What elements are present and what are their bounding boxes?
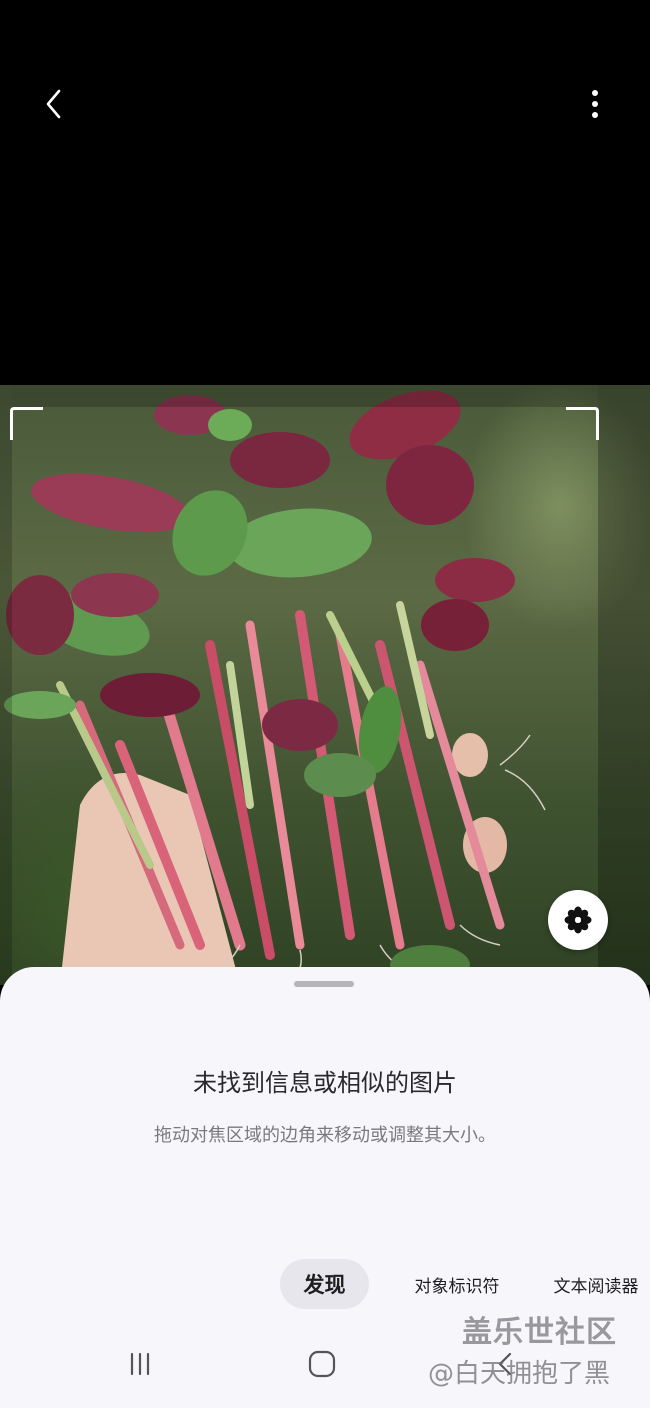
tab-discover[interactable]: 发现 — [280, 1259, 369, 1309]
focus-area-overlay-right — [598, 385, 650, 985]
watermark-author: @白天拥抱了黑 — [428, 1359, 611, 1389]
results-bottom-sheet: 未找到信息或相似的图片 拖动对焦区域的边角来移动或调整其大小。 发现 对象标识符… — [0, 967, 650, 1408]
tab-text-reader[interactable]: 文本阅读器 — [545, 1259, 647, 1309]
no-results-title: 未找到信息或相似的图片 — [193, 1069, 457, 1097]
bixby-vision-button[interactable] — [548, 890, 608, 950]
bixby-flower-icon — [564, 906, 592, 934]
analyzed-photo[interactable] — [0, 385, 650, 985]
top-toolbar — [0, 0, 650, 385]
no-results-hint: 拖动对焦区域的边角来移动或调整其大小。 — [154, 1125, 496, 1146]
nav-recent-apps-button[interactable] — [120, 1349, 160, 1379]
nav-home-button[interactable] — [302, 1349, 342, 1379]
focus-area-overlay-top — [12, 385, 598, 407]
more-options-button[interactable] — [575, 84, 615, 124]
focus-area-overlay-left — [0, 385, 12, 985]
more-vertical-icon — [592, 90, 598, 118]
sheet-drag-handle[interactable] — [294, 981, 354, 987]
chevron-left-icon — [46, 89, 61, 119]
tab-object-identifier[interactable]: 对象标识符 — [405, 1259, 509, 1309]
recent-apps-icon — [130, 1352, 150, 1376]
focus-corner-handle-top-right[interactable] — [566, 407, 599, 440]
home-icon — [308, 1350, 336, 1378]
watermark-community: 盖乐世社区 — [462, 1315, 617, 1350]
back-button[interactable] — [34, 84, 74, 124]
plant-bundle-image — [4, 390, 546, 985]
focus-corner-handle-top-left[interactable] — [10, 407, 43, 440]
